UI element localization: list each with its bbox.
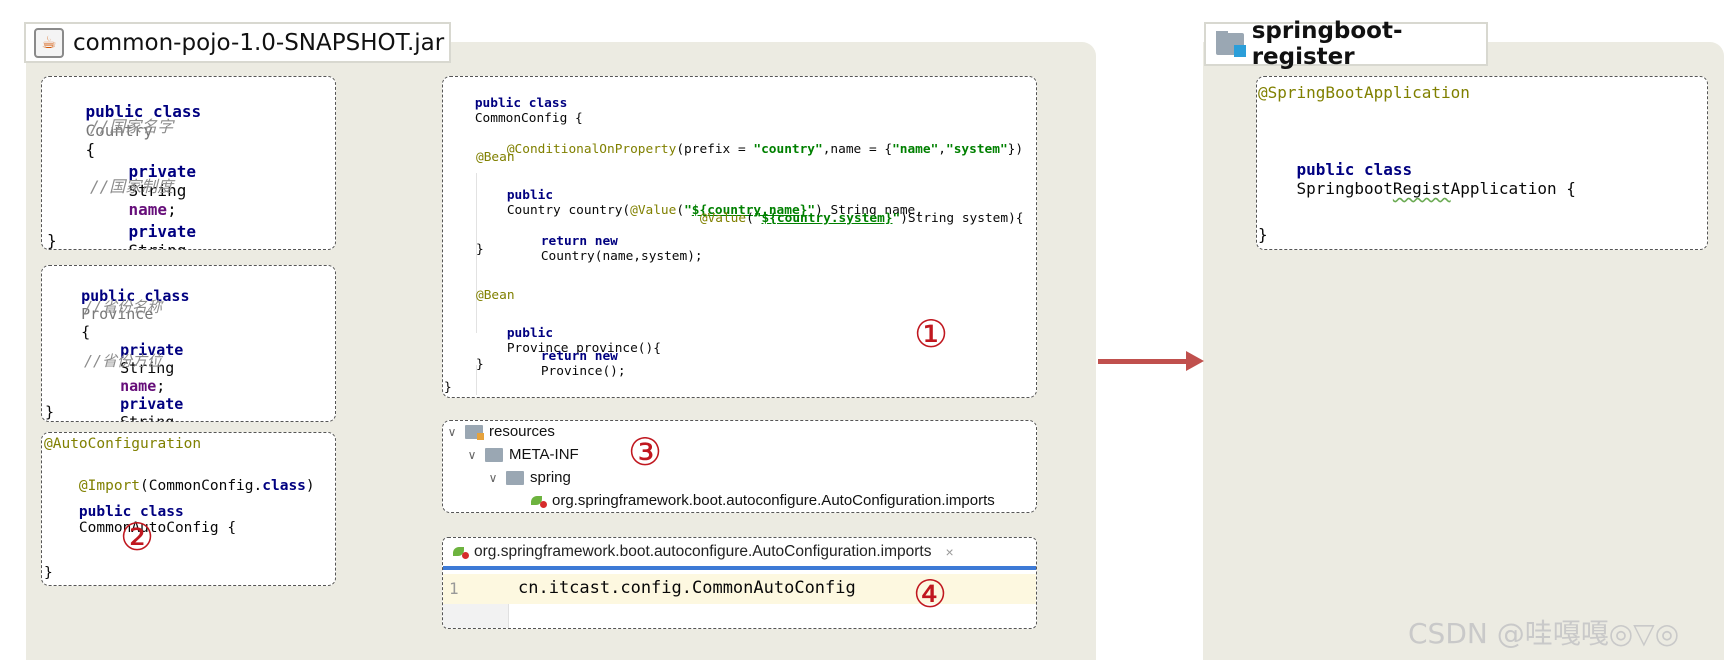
project-folder-icon [1216, 31, 1246, 57]
marker-2: ② [120, 515, 155, 559]
project-tab[interactable]: springboot-register [1204, 18, 1488, 70]
editor-line-text[interactable]: cn.itcast.config.CommonAutoConfig [518, 578, 856, 598]
java-jar-icon: ☕ [34, 27, 64, 58]
watermark: CSDN @哇嘎嘎◎▽◎ [1408, 617, 1680, 650]
close-icon[interactable]: × [946, 544, 954, 560]
code-text: Application { [1450, 179, 1576, 198]
marker-3: ③ [628, 430, 663, 474]
project-tab-title: springboot-register [1251, 18, 1403, 70]
imports-editor[interactable]: org.springframework.boot.autoconfigure.A… [442, 537, 1037, 629]
comment: //省份方位 [84, 352, 163, 370]
closing-brace: } [1258, 225, 1268, 244]
keyword: public class [474, 96, 568, 111]
folder-icon [506, 470, 524, 485]
code-text: ) [305, 478, 315, 494]
code-text: Province(); [540, 364, 626, 379]
keyword: private [128, 222, 196, 241]
comment: //省份名称 [84, 298, 163, 316]
typo-warning: Regist [1392, 179, 1451, 198]
keyword: class [262, 478, 306, 494]
annotation: @ConditionalOnProperty [506, 142, 677, 157]
tree-item-imports-file[interactable]: org.springframework.boot.autoconfigure.A… [531, 492, 995, 509]
code-text: )String system){ [900, 211, 1024, 226]
tree-item-spring[interactable]: ∨ spring [486, 469, 571, 486]
chevron-down-icon[interactable]: ∨ [465, 448, 479, 462]
arrow-head-icon [1186, 351, 1204, 371]
keyword: return new [540, 234, 618, 249]
keyword: public [506, 188, 554, 203]
code-text: }) [1007, 142, 1024, 157]
province-class-code[interactable]: public class Province { //省份名称 private S… [41, 265, 336, 422]
closing-brace: } [476, 242, 484, 257]
string: "name" [892, 142, 939, 157]
resources-folder-icon [465, 424, 484, 440]
keyword: public class [1296, 160, 1413, 179]
tree-item-meta-inf[interactable]: ∨ META-INF [465, 446, 579, 463]
closing-brace: } [444, 380, 452, 395]
code-text: ( [746, 211, 754, 226]
string: " [753, 211, 762, 226]
annotation: @SpringBootApplication [1258, 83, 1470, 102]
code-text: (prefix = [676, 142, 754, 157]
annotation: @Value [699, 211, 747, 226]
annotation: @Bean [476, 288, 515, 303]
type-name: String [120, 413, 175, 422]
closing-brace: } [476, 357, 484, 372]
code-text: CommonAutoConfig { [78, 520, 237, 536]
closing-brace: } [47, 231, 57, 250]
editor-tab[interactable]: org.springframework.boot.autoconfigure.A… [443, 538, 1036, 570]
code-text: Springboot [1296, 179, 1393, 198]
app-class-code[interactable]: @SpringBootApplication public class Spri… [1256, 76, 1708, 250]
tree-item-resources[interactable]: ∨ resources [445, 423, 555, 440]
comment: //国家制度 [90, 177, 174, 196]
flow-arrow [1098, 359, 1190, 364]
line-number: 1 [449, 579, 459, 598]
string: "country" [753, 142, 823, 157]
annotation: @AutoConfiguration [44, 436, 202, 452]
spring-file-icon [453, 545, 469, 559]
marker-4: ④ [913, 572, 948, 616]
type-name: String [129, 241, 187, 249]
editor-tab-label: org.springframework.boot.autoconfigure.A… [474, 543, 932, 560]
keyword: private [120, 395, 184, 413]
chevron-down-icon[interactable]: ∨ [445, 425, 459, 439]
comment: //国家名字 [90, 117, 174, 136]
chevron-down-icon[interactable]: ∨ [486, 471, 500, 485]
code-text: Country country( [506, 203, 631, 218]
tree-item-label: spring [530, 469, 571, 486]
marker-1: ① [914, 312, 949, 356]
project-tree[interactable]: ∨ resources ∨ META-INF ∨ spring org.spri… [442, 420, 1037, 513]
auto-config-class-code[interactable]: @AutoConfiguration @Import(CommonConfig.… [41, 432, 336, 586]
tree-item-label: META-INF [509, 446, 579, 463]
country-class-code[interactable]: public class Country { //国家名字 private St… [41, 76, 336, 250]
code-text: Country(name,system); [540, 249, 703, 264]
annotation: @Bean [476, 150, 515, 165]
property-reference[interactable]: ${country.system} [762, 211, 893, 226]
closing-brace: } [45, 403, 55, 421]
jar-tab[interactable]: ☕ common-pojo-1.0-SNAPSHOT.jar [24, 22, 451, 63]
tree-item-label: resources [489, 423, 555, 440]
jar-tab-title: common-pojo-1.0-SNAPSHOT.jar [73, 29, 445, 56]
code-text: ,name = { [822, 142, 893, 157]
tree-item-label: org.springframework.boot.autoconfigure.A… [552, 492, 995, 509]
folder-icon [485, 447, 503, 462]
keyword: return new [540, 349, 618, 364]
string: "system" [946, 142, 1008, 157]
spring-file-icon [531, 494, 547, 508]
closing-brace: } [44, 565, 53, 581]
code-text: CommonConfig { [474, 111, 583, 126]
code-text: , [938, 142, 947, 157]
